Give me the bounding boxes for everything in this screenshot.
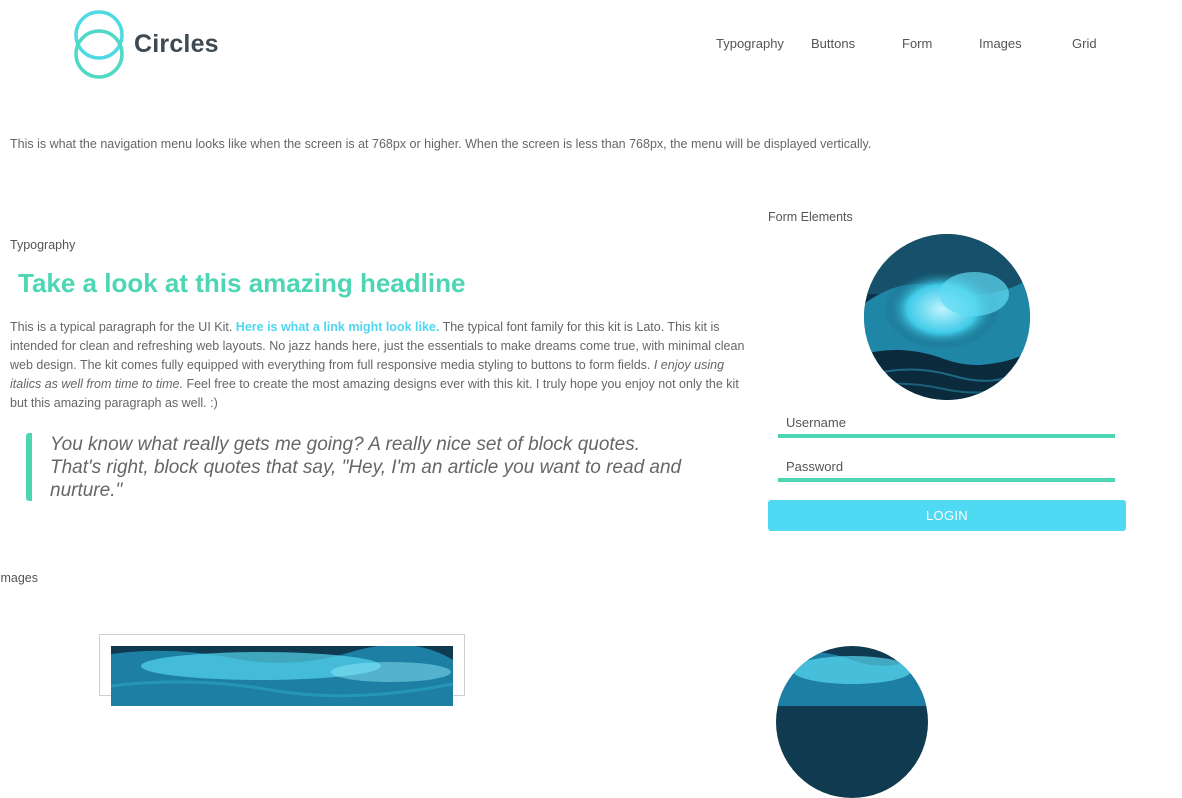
brand-logo[interactable]: Circles	[72, 10, 222, 80]
block-quote: You know what really gets me going? A re…	[26, 433, 692, 501]
nav-item-images[interactable]: Images	[979, 36, 1022, 51]
form-section-label: Form Elements	[768, 210, 853, 224]
images-section-label: Images	[0, 571, 38, 585]
nav-item-typography[interactable]: Typography	[716, 36, 784, 51]
paragraph-text-1: This is a typical paragraph for the UI K…	[10, 320, 236, 334]
password-input[interactable]	[778, 454, 1115, 482]
nav-item-form[interactable]: Form	[902, 36, 932, 51]
ocean-wave-image	[111, 646, 453, 706]
headline: Take a look at this amazing headline	[18, 268, 466, 298]
sample-link[interactable]: Here is what a link might look like.	[236, 320, 440, 334]
ocean-wave-avatar-image	[864, 234, 1030, 400]
wave-image-wide	[111, 646, 453, 706]
nav-description: This is what the navigation menu looks l…	[10, 137, 872, 151]
wave-image-circle	[776, 646, 928, 798]
username-input[interactable]	[778, 410, 1115, 438]
nav-item-buttons[interactable]: Buttons	[811, 36, 855, 51]
body-paragraph: This is a typical paragraph for the UI K…	[10, 318, 745, 413]
typography-section-label: Typography	[10, 238, 76, 252]
login-button[interactable]: LOGIN	[768, 500, 1126, 531]
circle-image	[776, 646, 928, 798]
nav-item-grid[interactable]: Grid	[1072, 36, 1097, 51]
framed-image	[99, 634, 465, 706]
block-quote-text: You know what really gets me going? A re…	[50, 434, 682, 501]
wave-image	[864, 234, 1030, 400]
brand-name: Circles	[134, 30, 219, 58]
circles-logo-icon	[74, 10, 124, 79]
